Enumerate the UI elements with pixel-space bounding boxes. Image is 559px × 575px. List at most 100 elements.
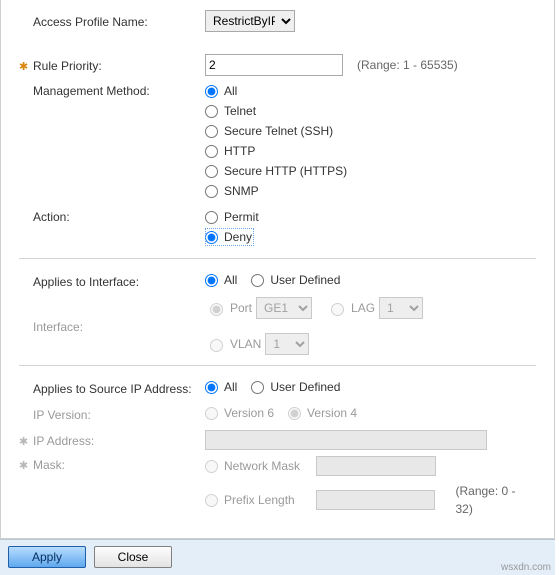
radio-iface-vlan xyxy=(210,339,223,352)
label-action-text: Action: xyxy=(33,210,70,224)
radio-mgmt-ssh[interactable]: Secure Telnet (SSH) xyxy=(205,122,536,140)
radio-label: Secure Telnet (SSH) xyxy=(224,122,333,140)
value-ipver: Version 6 Version 4 xyxy=(205,404,536,424)
radio-action-deny[interactable]: Deny xyxy=(205,228,254,246)
radio-label: HTTP xyxy=(224,142,255,160)
hint-mask: (Range: 0 - 32) xyxy=(455,482,536,518)
row-ipver: ✱ IP Version: Version 6 Version 4 xyxy=(19,404,536,424)
radio-action-permit[interactable]: Permit xyxy=(205,208,536,226)
radio-mask-pl xyxy=(205,494,218,507)
radio-label: Deny xyxy=(224,228,252,246)
value-priority: (Range: 1 - 65535) xyxy=(205,54,536,76)
radio-input xyxy=(205,407,218,420)
label-nm: Network Mask xyxy=(224,457,310,475)
row-profile: ✱ Access Profile Name: RestrictByIP xyxy=(19,10,536,32)
label-profile: ✱ Access Profile Name: xyxy=(19,13,205,29)
radio-mgmt-telnet[interactable]: Telnet xyxy=(205,102,536,120)
mask-pl-group: Prefix Length (Range: 0 - 32) xyxy=(205,482,536,518)
label-applies-interface: ✱ Applies to Interface: xyxy=(19,273,205,289)
select-lag: 1 xyxy=(379,297,423,319)
value-interface: Port GE1 LAG 1 VLAN 1 xyxy=(205,297,536,355)
radio-label: Telnet xyxy=(224,102,256,120)
credit-text: wsxdn.com xyxy=(501,562,551,573)
radio-input[interactable] xyxy=(251,381,264,394)
row-applies-srcip: ✱ Applies to Source IP Address: All User… xyxy=(19,378,536,398)
label-ipaddr-text: IP Address: xyxy=(33,434,94,448)
label-lag: LAG xyxy=(351,301,375,315)
label-pl: Prefix Length xyxy=(224,491,310,509)
row-ipaddr: ✱ IP Address: xyxy=(19,430,536,450)
radio-label: SNMP xyxy=(224,182,259,200)
required-icon: ✱ xyxy=(19,60,29,73)
input-ip-address xyxy=(205,430,487,450)
radio-input[interactable] xyxy=(205,85,218,98)
label-action: ✱ Action: xyxy=(19,208,205,224)
value-applies-interface: All User Defined xyxy=(205,271,536,291)
hint-priority: (Range: 1 - 65535) xyxy=(357,58,458,72)
radio-label: Secure HTTP (HTTPS) xyxy=(224,162,347,180)
select-port: GE1 xyxy=(256,297,312,319)
label-interface: ✱ Interface: xyxy=(19,318,205,334)
label-port: Port xyxy=(230,301,252,315)
label-applies-srcip: ✱ Applies to Source IP Address: xyxy=(19,380,205,396)
close-button[interactable]: Close xyxy=(94,546,172,568)
radio-label: User Defined xyxy=(270,378,340,396)
value-action: Permit Deny xyxy=(205,208,536,248)
radio-input[interactable] xyxy=(205,381,218,394)
required-icon: ✱ xyxy=(19,435,29,448)
radio-mgmt-snmp[interactable]: SNMP xyxy=(205,182,536,200)
radio-iface-user[interactable]: User Defined xyxy=(251,271,340,289)
value-profile: RestrictByIP xyxy=(205,10,536,32)
select-access-profile[interactable]: RestrictByIP xyxy=(205,10,295,32)
footer-bar: Apply Close wsxdn.com xyxy=(0,539,555,575)
label-ipver-text: IP Version: xyxy=(33,408,91,422)
radio-iface-lag xyxy=(331,303,344,316)
mask-nm-group: Network Mask xyxy=(205,456,536,476)
label-applies-srcip-text: Applies to Source IP Address: xyxy=(33,382,192,396)
input-prefix-length xyxy=(316,490,436,510)
radio-ipver-4: Version 4 xyxy=(288,404,357,422)
radio-input xyxy=(288,407,301,420)
apply-button[interactable]: Apply xyxy=(8,546,86,568)
radio-iface-all[interactable]: All xyxy=(205,271,237,289)
radio-input[interactable] xyxy=(205,105,218,118)
radio-input[interactable] xyxy=(205,231,218,244)
radio-label: All xyxy=(224,271,237,289)
radio-iface-port xyxy=(210,303,223,316)
label-priority-text: Rule Priority: xyxy=(33,59,102,73)
label-mgmt: ✱ Management Method: xyxy=(19,82,205,98)
separator xyxy=(19,365,536,366)
row-applies-interface: ✱ Applies to Interface: All User Defined xyxy=(19,271,536,291)
row-mgmt: ✱ Management Method: All Telnet Secure T… xyxy=(19,82,536,202)
radio-ipver-6: Version 6 xyxy=(205,404,274,422)
radio-srcip-all[interactable]: All xyxy=(205,378,237,396)
value-applies-srcip: All User Defined xyxy=(205,378,536,398)
radio-input[interactable] xyxy=(205,274,218,287)
label-interface-text: Interface: xyxy=(33,320,83,334)
radio-mgmt-https[interactable]: Secure HTTP (HTTPS) xyxy=(205,162,536,180)
label-priority: ✱ Rule Priority: xyxy=(19,57,205,73)
select-vlan: 1 xyxy=(265,333,309,355)
iface-vlan-group: VLAN 1 xyxy=(205,333,309,355)
label-ipver: ✱ IP Version: xyxy=(19,406,205,422)
label-ipaddr: ✱ IP Address: xyxy=(19,432,205,448)
label-mask-text: Mask: xyxy=(33,458,65,472)
radio-input[interactable] xyxy=(205,185,218,198)
radio-input[interactable] xyxy=(251,274,264,287)
config-panel: ✱ Access Profile Name: RestrictByIP ✱ Ru… xyxy=(0,0,555,539)
radio-input[interactable] xyxy=(205,165,218,178)
radio-mgmt-http[interactable]: HTTP xyxy=(205,142,536,160)
radio-srcip-user[interactable]: User Defined xyxy=(251,378,340,396)
value-ipaddr xyxy=(205,430,536,450)
row-mask: ✱ Mask: Network Mask Prefix Length (Rang… xyxy=(19,456,536,520)
radio-label: Version 4 xyxy=(307,404,357,422)
radio-input[interactable] xyxy=(205,145,218,158)
input-rule-priority[interactable] xyxy=(205,54,343,76)
radio-mgmt-all[interactable]: All xyxy=(205,82,536,100)
radio-label: All xyxy=(224,378,237,396)
label-vlan: VLAN xyxy=(230,337,261,351)
iface-lag-group: LAG 1 xyxy=(326,297,423,319)
radio-input[interactable] xyxy=(205,211,218,224)
radio-input[interactable] xyxy=(205,125,218,138)
value-mask: Network Mask Prefix Length (Range: 0 - 3… xyxy=(205,456,536,520)
